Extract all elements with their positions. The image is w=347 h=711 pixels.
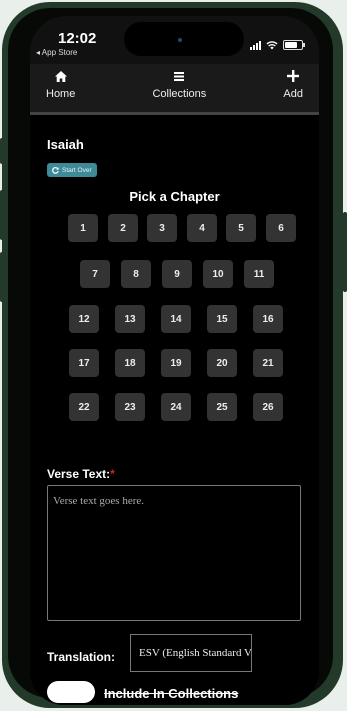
- chapter-button[interactable]: 11: [244, 260, 274, 288]
- translation-label: Translation:: [47, 650, 116, 664]
- status-bar: 12:02 ◂ App Store: [30, 16, 319, 64]
- chapter-button[interactable]: 7: [80, 260, 110, 288]
- screen: 12:02 ◂ App Store Home Collections Add I…: [30, 16, 319, 705]
- verse-text-input[interactable]: Verse text goes here.: [47, 485, 301, 621]
- chapter-button[interactable]: 9: [162, 260, 192, 288]
- top-nav: Home Collections Add: [30, 64, 319, 112]
- chapter-button[interactable]: 13: [115, 305, 145, 333]
- chapter-button[interactable]: 4: [187, 214, 217, 242]
- nav-collections-label: Collections: [152, 88, 207, 100]
- chapter-button[interactable]: 16: [253, 305, 283, 333]
- chapter-button[interactable]: 10: [203, 260, 233, 288]
- signal-icon: [250, 40, 261, 50]
- start-over-button[interactable]: Start Over: [47, 163, 97, 177]
- chapter-button[interactable]: 17: [69, 349, 99, 377]
- nav-add-label: Add: [283, 88, 303, 100]
- book-title: Isaiah: [47, 137, 84, 152]
- chapter-button[interactable]: 15: [207, 305, 237, 333]
- mute-switch: [0, 138, 4, 164]
- chapter-button[interactable]: 20: [207, 349, 237, 377]
- back-to-app-store-link[interactable]: ◂ App Store: [36, 48, 77, 57]
- chapter-button[interactable]: 21: [253, 349, 283, 377]
- chapter-button[interactable]: 19: [161, 349, 191, 377]
- chapter-button[interactable]: 24: [161, 393, 191, 421]
- chapter-button[interactable]: 2: [108, 214, 138, 242]
- required-marker: *: [110, 467, 115, 481]
- nav-add[interactable]: Add: [283, 64, 303, 112]
- camera-indicator: [178, 38, 182, 42]
- chapter-button[interactable]: 18: [115, 349, 145, 377]
- chapter-button[interactable]: 8: [121, 260, 151, 288]
- home-icon: [54, 70, 67, 82]
- status-icons: [250, 40, 305, 50]
- chapter-button[interactable]: 26: [253, 393, 283, 421]
- volume-down-button: [0, 252, 4, 302]
- include-collections-toggle[interactable]: [47, 681, 95, 703]
- nav-home-label: Home: [46, 88, 76, 100]
- nav-home[interactable]: Home: [46, 64, 75, 112]
- include-collections-label: Include In Collections: [104, 686, 239, 701]
- chapter-button[interactable]: 5: [226, 214, 256, 242]
- chapter-button[interactable]: 14: [161, 305, 191, 333]
- battery-icon: [283, 40, 305, 50]
- power-button: [343, 212, 347, 292]
- chapter-heading: Pick a Chapter: [129, 189, 220, 204]
- verse-placeholder: Verse text goes here.: [53, 495, 145, 507]
- translation-selected-value: ESV (English Standard Version): [139, 647, 251, 659]
- wifi-icon: [266, 40, 278, 49]
- plus-icon: [287, 70, 300, 82]
- chapter-button[interactable]: 12: [69, 305, 99, 333]
- volume-up-button: [0, 190, 4, 240]
- chapter-button[interactable]: 23: [115, 393, 145, 421]
- nav-collections[interactable]: Collections: [152, 64, 206, 112]
- chapter-button[interactable]: 3: [147, 214, 177, 242]
- chapter-button[interactable]: 25: [207, 393, 237, 421]
- verse-text-label: Verse Text:*: [47, 467, 115, 481]
- menu-icon: [174, 71, 185, 81]
- restart-icon: [52, 166, 59, 174]
- chapter-button[interactable]: 6: [266, 214, 296, 242]
- start-over-label: Start Over: [62, 166, 92, 174]
- translation-select[interactable]: ESV (English Standard Version): [130, 634, 252, 672]
- status-time: 12:02: [58, 30, 97, 47]
- dynamic-island: [124, 22, 244, 56]
- main-content: Isaiah Start Over Pick a Chapter 1234567…: [30, 115, 319, 705]
- chapter-button[interactable]: 1: [68, 214, 98, 242]
- chapter-button[interactable]: 22: [69, 393, 99, 421]
